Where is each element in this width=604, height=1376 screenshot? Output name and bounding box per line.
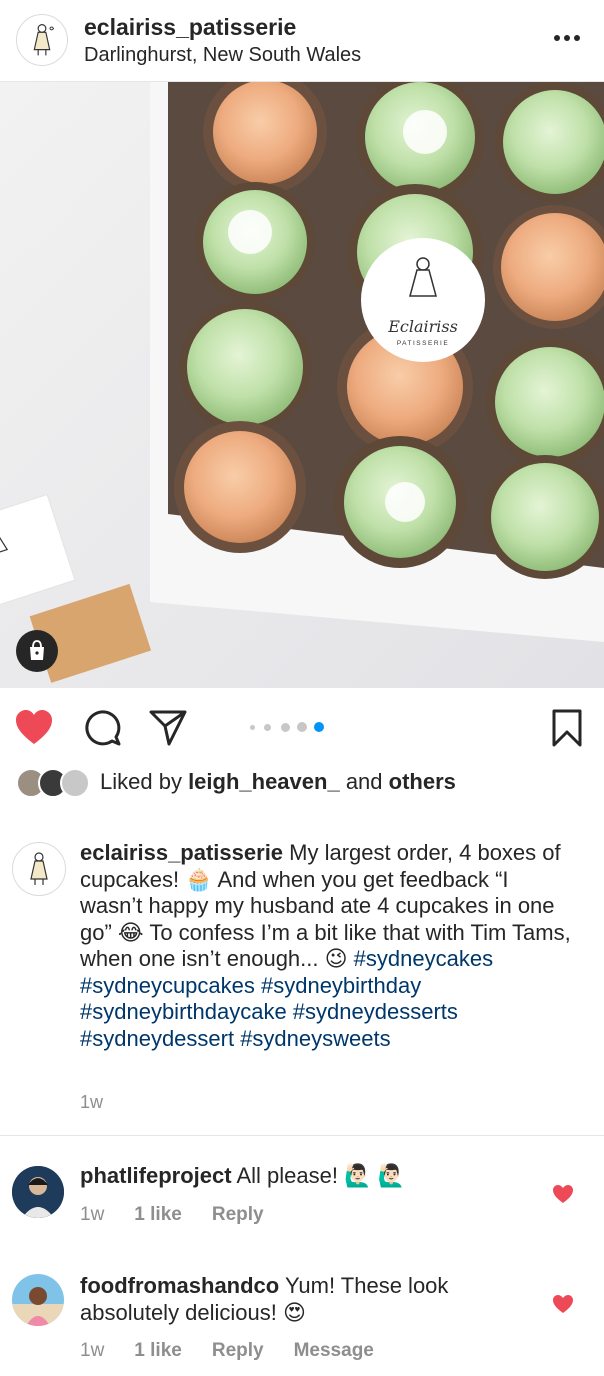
caption-body: eclairiss_patisserie My largest order, 4… bbox=[80, 840, 576, 1052]
post-username[interactable]: eclairiss_patisserie bbox=[84, 14, 296, 41]
carousel-dot bbox=[250, 725, 255, 730]
comment-username[interactable]: foodfromashandco bbox=[80, 1273, 279, 1298]
comment-time: 1w bbox=[80, 1340, 105, 1361]
comment-icon[interactable] bbox=[83, 708, 123, 748]
post-location[interactable]: Darlinghurst, New South Wales bbox=[84, 44, 361, 67]
liked-by-others[interactable]: others bbox=[389, 769, 456, 794]
caption-username[interactable]: eclairiss_patisserie bbox=[80, 840, 283, 865]
comment-text: phatlifeproject All please! 🙋🏻‍♂️ 🙋🏻‍♂️ bbox=[80, 1162, 530, 1189]
patisserie-logo-icon bbox=[33, 24, 55, 56]
person-avatar-icon bbox=[12, 1274, 64, 1326]
message-button[interactable]: Message bbox=[294, 1340, 374, 1361]
brand-text: Eclairiss bbox=[387, 317, 458, 336]
comment-likes[interactable]: 1 like bbox=[134, 1204, 182, 1225]
person-avatar-icon bbox=[12, 1166, 64, 1218]
profile-avatar[interactable] bbox=[16, 14, 68, 66]
liked-by-label: Liked by bbox=[100, 769, 189, 794]
comment-time: 1w bbox=[80, 1204, 105, 1225]
heart-icon[interactable] bbox=[14, 708, 54, 748]
carousel-dot-active bbox=[314, 722, 324, 732]
liker-avatars bbox=[16, 768, 94, 798]
brand-sticker: Eclairiss PATISSERIE bbox=[361, 238, 485, 362]
shop-button[interactable] bbox=[16, 630, 58, 672]
comment: foodfromashandco Yum! These look absolut… bbox=[0, 1270, 604, 1370]
liker-avatar bbox=[60, 768, 90, 798]
comment-heart-icon[interactable] bbox=[552, 1294, 574, 1314]
comment-heart-icon[interactable] bbox=[552, 1184, 574, 1204]
comment-text: foodfromashandco Yum! These look absolut… bbox=[80, 1272, 530, 1326]
comment-meta: 1w 1 like Reply bbox=[80, 1204, 294, 1226]
post-photo[interactable]: Eclairiss PATISSERIE bbox=[0, 82, 604, 688]
likes-summary[interactable]: Liked by leigh_heaven_ and others bbox=[16, 766, 596, 800]
more-options-icon[interactable] bbox=[552, 28, 582, 48]
liked-and-label: and bbox=[339, 769, 389, 794]
reply-button[interactable]: Reply bbox=[212, 1340, 264, 1361]
post-header: eclairiss_patisserie Darlinghurst, New S… bbox=[0, 0, 604, 82]
bookmark-icon[interactable] bbox=[548, 708, 586, 748]
patisserie-logo-icon bbox=[30, 852, 48, 885]
caption-time: 1w bbox=[80, 1092, 104, 1112]
comment-username[interactable]: phatlifeproject bbox=[80, 1163, 232, 1188]
liked-by-user[interactable]: leigh_heaven_ bbox=[188, 769, 340, 794]
likes-text: Liked by leigh_heaven_ and others bbox=[100, 769, 456, 795]
carousel-dot bbox=[281, 723, 290, 732]
reply-button[interactable]: Reply bbox=[212, 1204, 264, 1225]
caption-avatar[interactable] bbox=[12, 842, 66, 896]
comment-body: All please! 🙋🏻‍♂️ 🙋🏻‍♂️ bbox=[231, 1163, 405, 1188]
carousel-dot bbox=[297, 722, 307, 732]
cupcake-box-image: Eclairiss PATISSERIE bbox=[0, 82, 604, 688]
carousel-dot bbox=[264, 724, 271, 731]
shopping-bag-icon bbox=[30, 640, 44, 660]
commenter-avatar[interactable] bbox=[12, 1166, 64, 1218]
post-caption: eclairiss_patisserie My largest order, 4… bbox=[0, 836, 604, 1136]
post-actions bbox=[0, 700, 604, 756]
send-icon[interactable] bbox=[148, 708, 188, 748]
comment: phatlifeproject All please! 🙋🏻‍♂️ 🙋🏻‍♂️ … bbox=[0, 1160, 604, 1240]
brand-subtext: PATISSERIE bbox=[397, 340, 449, 347]
commenter-avatar[interactable] bbox=[12, 1274, 64, 1326]
comment-meta: 1w 1 like Reply Message bbox=[80, 1340, 404, 1362]
comment-likes[interactable]: 1 like bbox=[134, 1340, 182, 1361]
